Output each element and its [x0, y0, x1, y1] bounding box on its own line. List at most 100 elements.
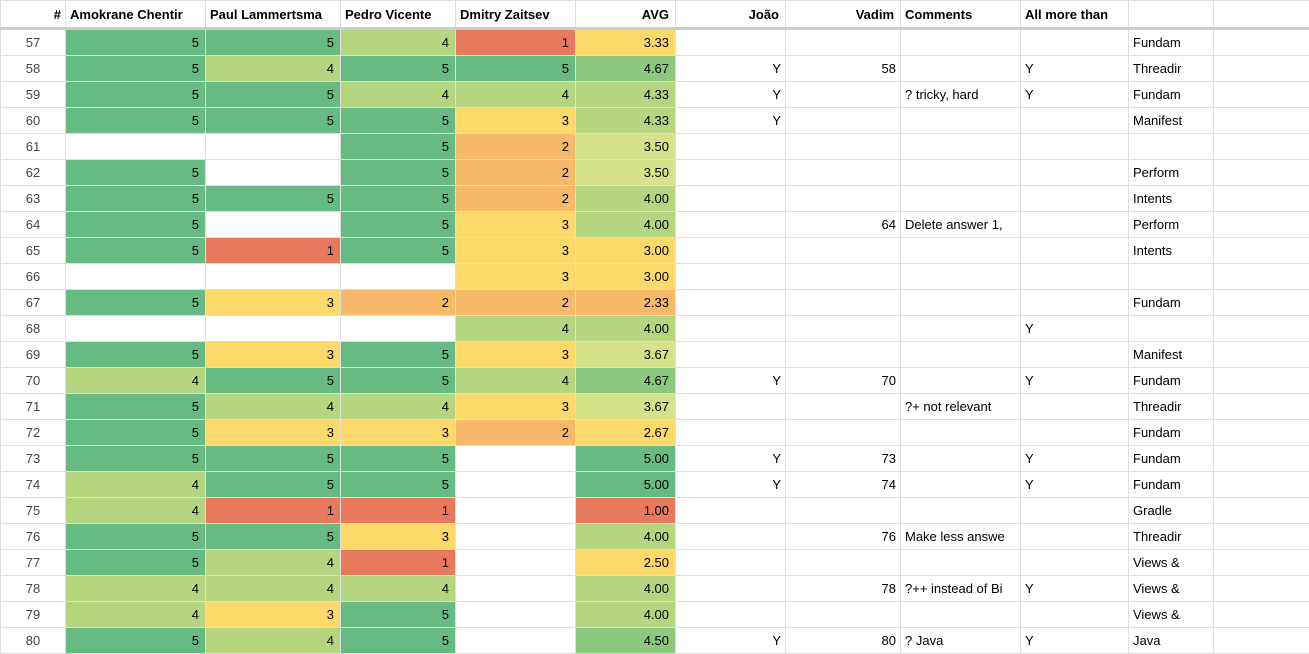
- rating-cell[interactable]: 5: [206, 524, 341, 550]
- vadim-cell[interactable]: [786, 238, 901, 264]
- joao-cell[interactable]: Y: [676, 108, 786, 134]
- extra-cell[interactable]: [1214, 29, 1309, 56]
- comments-cell[interactable]: [901, 108, 1021, 134]
- extra-cell[interactable]: [1214, 82, 1309, 108]
- joao-cell[interactable]: [676, 134, 786, 160]
- rating-cell[interactable]: 5: [66, 108, 206, 134]
- rating-cell[interactable]: 5: [341, 602, 456, 628]
- rating-cell[interactable]: 5: [341, 446, 456, 472]
- rating-cell[interactable]: 4: [66, 576, 206, 602]
- allmore-cell[interactable]: [1021, 134, 1129, 160]
- table-row[interactable]: 5755413.33Fundam: [1, 29, 1309, 56]
- allmore-cell[interactable]: Y: [1021, 56, 1129, 82]
- allmore-cell[interactable]: [1021, 160, 1129, 186]
- rating-cell[interactable]: 5: [66, 524, 206, 550]
- row-number[interactable]: 59: [1, 82, 66, 108]
- rating-cell[interactable]: 5: [206, 368, 341, 394]
- extra-cell[interactable]: [1214, 238, 1309, 264]
- rating-cell[interactable]: 5: [341, 108, 456, 134]
- rating-cell[interactable]: 5: [206, 472, 341, 498]
- rating-cell[interactable]: 4: [341, 82, 456, 108]
- col-r4[interactable]: Dmitry Zaitsev: [456, 1, 576, 29]
- category-cell[interactable]: Perform: [1129, 212, 1214, 238]
- allmore-cell[interactable]: [1021, 290, 1129, 316]
- comments-cell[interactable]: [901, 550, 1021, 576]
- avg-cell[interactable]: 3.00: [576, 238, 676, 264]
- vadim-cell[interactable]: [786, 160, 901, 186]
- joao-cell[interactable]: Y: [676, 446, 786, 472]
- rating-cell[interactable]: 5: [341, 56, 456, 82]
- category-cell[interactable]: Views &: [1129, 602, 1214, 628]
- extra-cell[interactable]: [1214, 550, 1309, 576]
- category-cell[interactable]: [1129, 264, 1214, 290]
- allmore-cell[interactable]: [1021, 29, 1129, 56]
- table-row[interactable]: 6355524.00Intents: [1, 186, 1309, 212]
- joao-cell[interactable]: [676, 264, 786, 290]
- rating-cell[interactable]: 2: [456, 134, 576, 160]
- rating-cell[interactable]: 5: [341, 628, 456, 654]
- category-cell[interactable]: Threadir: [1129, 56, 1214, 82]
- comments-cell[interactable]: [901, 186, 1021, 212]
- row-number[interactable]: 74: [1, 472, 66, 498]
- rating-cell[interactable]: 5: [341, 212, 456, 238]
- row-number[interactable]: 68: [1, 316, 66, 342]
- rating-cell[interactable]: 3: [206, 342, 341, 368]
- category-cell[interactable]: Views &: [1129, 576, 1214, 602]
- rating-cell[interactable]: [341, 316, 456, 342]
- joao-cell[interactable]: [676, 238, 786, 264]
- category-cell[interactable]: Threadir: [1129, 394, 1214, 420]
- table-row[interactable]: 7154433.67?+ not relevantThreadir: [1, 394, 1309, 420]
- rating-cell[interactable]: 3: [456, 264, 576, 290]
- avg-cell[interactable]: 4.67: [576, 368, 676, 394]
- category-cell[interactable]: Fundam: [1129, 290, 1214, 316]
- spreadsheet-table[interactable]: # Amokrane Chentir Paul Lammertsma Pedro…: [0, 0, 1309, 654]
- rating-cell[interactable]: 3: [206, 602, 341, 628]
- vadim-cell[interactable]: [786, 420, 901, 446]
- extra-cell[interactable]: [1214, 290, 1309, 316]
- vadim-cell[interactable]: 80: [786, 628, 901, 654]
- row-number[interactable]: 66: [1, 264, 66, 290]
- extra-cell[interactable]: [1214, 186, 1309, 212]
- table-row[interactable]: 754111.00Gradle: [1, 498, 1309, 524]
- rating-cell[interactable]: 4: [456, 368, 576, 394]
- rating-cell[interactable]: [206, 264, 341, 290]
- avg-cell[interactable]: 3.50: [576, 160, 676, 186]
- vadim-cell[interactable]: [786, 342, 901, 368]
- rating-cell[interactable]: 5: [206, 186, 341, 212]
- rating-cell[interactable]: 3: [206, 420, 341, 446]
- allmore-cell[interactable]: Y: [1021, 576, 1129, 602]
- row-number[interactable]: 65: [1, 238, 66, 264]
- allmore-cell[interactable]: [1021, 108, 1129, 134]
- allmore-cell[interactable]: [1021, 264, 1129, 290]
- rating-cell[interactable]: [456, 524, 576, 550]
- comments-cell[interactable]: [901, 238, 1021, 264]
- allmore-cell[interactable]: [1021, 550, 1129, 576]
- rating-cell[interactable]: 3: [206, 290, 341, 316]
- extra-cell[interactable]: [1214, 56, 1309, 82]
- rating-cell[interactable]: 4: [206, 56, 341, 82]
- allmore-cell[interactable]: Y: [1021, 628, 1129, 654]
- avg-cell[interactable]: 4.00: [576, 602, 676, 628]
- table-row[interactable]: 735555.00Y73YFundam: [1, 446, 1309, 472]
- category-cell[interactable]: Fundam: [1129, 420, 1214, 446]
- rating-cell[interactable]: [456, 498, 576, 524]
- joao-cell[interactable]: [676, 290, 786, 316]
- allmore-cell[interactable]: [1021, 420, 1129, 446]
- avg-cell[interactable]: 3.00: [576, 264, 676, 290]
- table-row[interactable]: 625523.50Perform: [1, 160, 1309, 186]
- comments-cell[interactable]: Make less answe: [901, 524, 1021, 550]
- extra-cell[interactable]: [1214, 420, 1309, 446]
- category-cell[interactable]: Threadir: [1129, 524, 1214, 550]
- rating-cell[interactable]: [456, 472, 576, 498]
- col-extra[interactable]: [1214, 1, 1309, 29]
- avg-cell[interactable]: 4.33: [576, 108, 676, 134]
- rating-cell[interactable]: 2: [341, 290, 456, 316]
- joao-cell[interactable]: [676, 342, 786, 368]
- allmore-cell[interactable]: [1021, 342, 1129, 368]
- avg-cell[interactable]: 5.00: [576, 472, 676, 498]
- rating-cell[interactable]: [341, 264, 456, 290]
- table-row[interactable]: 784444.0078?++ instead of BiYViews &: [1, 576, 1309, 602]
- avg-cell[interactable]: 3.33: [576, 29, 676, 56]
- table-row[interactable]: 6055534.33YManifest: [1, 108, 1309, 134]
- vadim-cell[interactable]: 73: [786, 446, 901, 472]
